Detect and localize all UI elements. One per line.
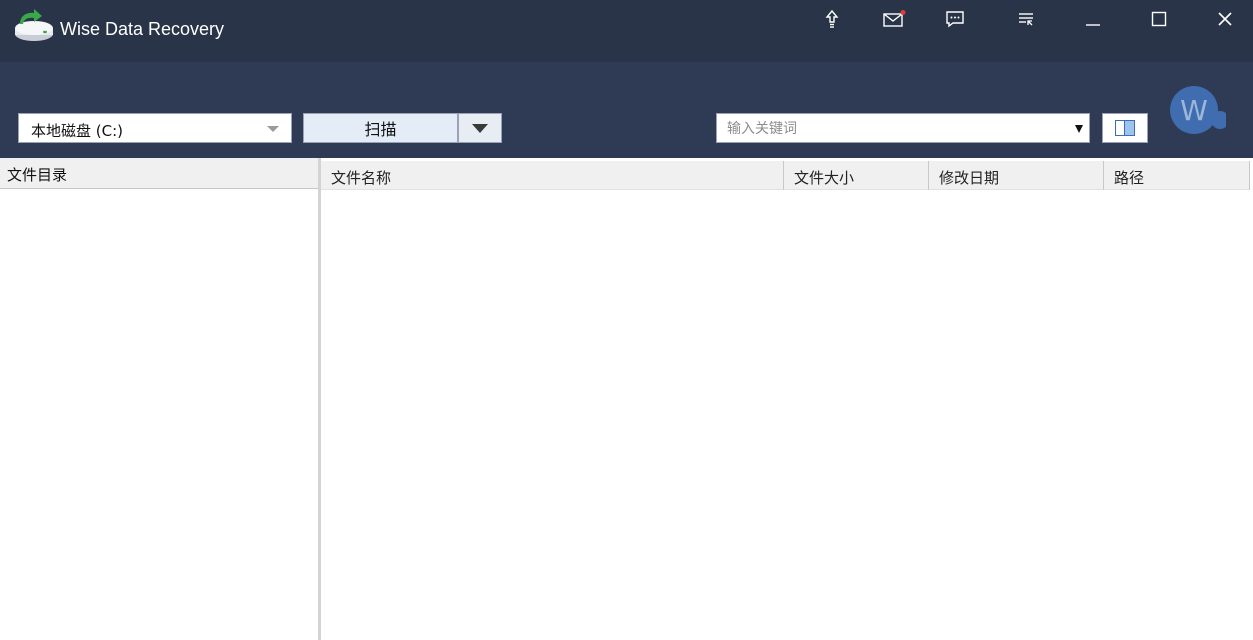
close-icon[interactable] bbox=[1208, 6, 1242, 32]
file-list-header: 文件名称 文件大小 修改日期 路径 bbox=[321, 161, 1250, 190]
folder-tree-header: 文件目录 bbox=[0, 158, 318, 189]
keyword-search-input[interactable] bbox=[725, 117, 1069, 141]
drive-select-value: 本地磁盘 (C:) bbox=[31, 122, 123, 140]
feedback-icon[interactable] bbox=[942, 8, 968, 30]
column-header-name[interactable]: 文件名称 bbox=[321, 161, 784, 190]
file-list-pane[interactable]: 文件名称 文件大小 修改日期 路径 bbox=[321, 158, 1253, 640]
chevron-down-icon bbox=[267, 126, 279, 132]
drive-select[interactable]: 本地磁盘 (C:) bbox=[18, 113, 292, 143]
keyword-search-box[interactable] bbox=[716, 113, 1090, 143]
column-header-path[interactable]: 路径 bbox=[1104, 161, 1250, 190]
toolbar bbox=[0, 62, 1253, 158]
caret-down-icon bbox=[472, 124, 488, 133]
app-logo-icon bbox=[15, 9, 53, 41]
avatar-letter: W bbox=[1180, 94, 1208, 127]
folder-tree-pane[interactable]: 文件目录 bbox=[0, 158, 321, 640]
upgrade-icon[interactable] bbox=[819, 8, 845, 30]
column-header-modified[interactable]: 修改日期 bbox=[929, 161, 1104, 190]
toggle-preview-pane-button[interactable] bbox=[1102, 113, 1148, 143]
mail-icon[interactable] bbox=[881, 8, 907, 30]
column-header-size[interactable]: 文件大小 bbox=[784, 161, 929, 190]
notification-dot bbox=[900, 10, 906, 15]
scan-button[interactable]: 扫描 bbox=[303, 113, 458, 143]
scan-options-dropdown[interactable] bbox=[458, 113, 502, 143]
minimize-icon[interactable] bbox=[1076, 6, 1110, 32]
user-avatar[interactable]: W bbox=[1168, 86, 1226, 134]
maximize-icon[interactable] bbox=[1142, 6, 1176, 32]
search-dropdown-icon[interactable] bbox=[1075, 125, 1083, 133]
title-bar: Wise Data Recovery bbox=[0, 0, 1253, 62]
split-pane-icon bbox=[1115, 120, 1135, 136]
app-title: Wise Data Recovery bbox=[60, 19, 225, 39]
menu-icon[interactable] bbox=[1013, 8, 1039, 30]
